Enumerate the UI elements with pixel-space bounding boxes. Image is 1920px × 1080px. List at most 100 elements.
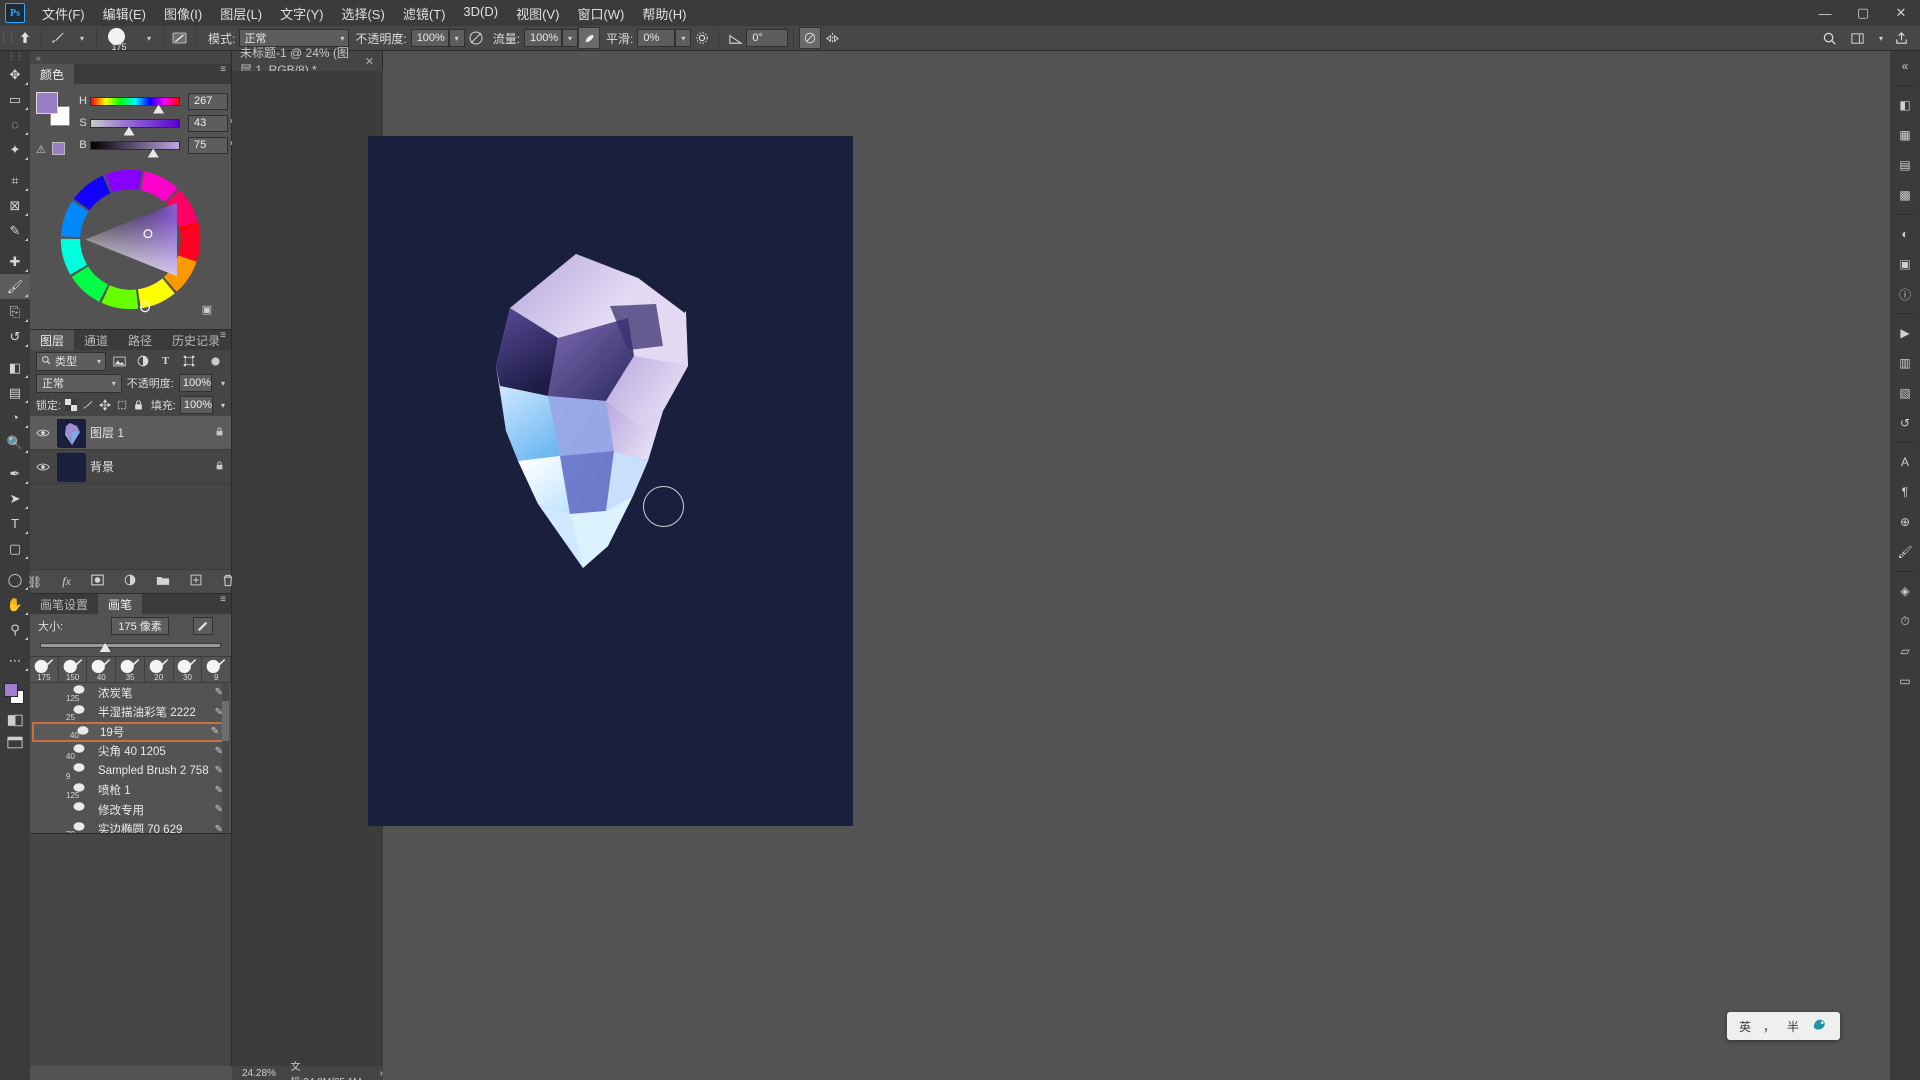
history-brush-tool[interactable]: ↺ xyxy=(0,324,30,349)
notes-panel-icon[interactable]: ▭ xyxy=(1890,666,1920,696)
type-tool[interactable]: T xyxy=(0,511,30,536)
maximize-button[interactable]: ▢ xyxy=(1844,0,1882,26)
marquee-tool[interactable]: ▭ xyxy=(0,87,30,112)
link-layers-icon[interactable]: ⛓ xyxy=(27,575,42,589)
color-panel-icon[interactable]: ◧ xyxy=(1890,90,1920,120)
status-chevron-icon[interactable]: › xyxy=(380,1068,383,1079)
document-tab[interactable]: 未标题-1 @ 24% (图层 1, RGB/8) * ✕ xyxy=(232,46,383,77)
layer-thumbnail-background[interactable] xyxy=(57,452,86,482)
color-slider-value-B[interactable]: 75 xyxy=(188,136,228,154)
close-icon[interactable]: ✕ xyxy=(365,55,374,68)
adjustment-layer-icon[interactable] xyxy=(124,574,136,589)
history-panel-icon[interactable]: ↺ xyxy=(1890,408,1920,438)
opacity-input[interactable]: 100% xyxy=(410,29,449,47)
tab-brushes[interactable]: 画笔 xyxy=(98,594,143,614)
patterns-panel-icon[interactable]: ▩ xyxy=(1890,180,1920,210)
brush-panel-menu-icon[interactable]: ≡ xyxy=(220,595,226,605)
brush-tip-thumbnail[interactable]: 150 xyxy=(59,657,88,682)
ime-language-mode[interactable]: 英 xyxy=(1739,1018,1751,1035)
timeline-panel-icon[interactable]: ⏱ xyxy=(1890,606,1920,636)
list-item[interactable]: 40 19号 ✎ xyxy=(32,722,229,742)
color-wheel[interactable]: ▣ xyxy=(53,164,212,316)
blur-tool[interactable]: ◔ xyxy=(0,405,30,430)
dodge-tool[interactable]: 🔍 xyxy=(0,430,30,455)
layer-fill-input[interactable]: 100% xyxy=(179,396,214,414)
list-item[interactable]: 70实边椭圆 70 629✎ xyxy=(30,820,231,833)
new-group-icon[interactable] xyxy=(156,574,170,589)
menu-item-3[interactable]: 图层(L) xyxy=(211,0,271,27)
layers-comp-panel-icon[interactable]: ▥ xyxy=(1890,348,1920,378)
tab-layers[interactable]: 图层 xyxy=(30,330,75,350)
search-icon[interactable] xyxy=(1818,27,1840,49)
frame-tool[interactable]: ⊠ xyxy=(0,193,30,218)
tools-panel-grip[interactable]: ⋮⋮ xyxy=(0,51,30,62)
brush-tool[interactable]: 🖌 xyxy=(0,274,30,299)
quick-selection-tool[interactable]: ✦ xyxy=(0,137,30,162)
list-item[interactable]: 9 Sampled Brush 2 758 ✎ xyxy=(30,761,231,781)
hand-tool[interactable]: ✋ xyxy=(0,592,30,617)
airbrush-icon[interactable] xyxy=(578,27,601,49)
color-slider-value-H[interactable]: 267 xyxy=(188,92,228,110)
list-item[interactable]: 修改专用 ✎ xyxy=(30,800,231,820)
brush-size-preview[interactable]: 175 xyxy=(102,26,136,52)
brush-panel-chevron-icon[interactable]: ▾ xyxy=(136,27,158,49)
more-tools[interactable]: ⋯ xyxy=(0,648,30,673)
minimize-button[interactable]: — xyxy=(1806,0,1844,26)
collapse-panels-button[interactable]: « xyxy=(30,51,231,64)
list-item[interactable]: 40 尖角 40 1205 ✎ xyxy=(30,742,231,761)
lock-transparent-icon[interactable] xyxy=(65,397,78,414)
table-row[interactable]: 背景 xyxy=(30,450,231,484)
layer-filter-type-select[interactable]: 类型 ▾ xyxy=(36,351,106,371)
libraries-panel-icon[interactable]: ▣ xyxy=(1890,249,1920,279)
spot-healing-tool[interactable]: ✚ xyxy=(0,249,30,274)
adjustment-filter-icon[interactable] xyxy=(133,352,152,371)
filter-toggle-icon[interactable] xyxy=(206,352,225,371)
character-panel-icon[interactable]: A xyxy=(1890,447,1920,477)
color-panel-foreground-swatch[interactable] xyxy=(36,92,58,114)
flow-dropdown[interactable]: ▾ xyxy=(562,29,579,47)
layer-visibility-toggle[interactable] xyxy=(34,428,52,438)
brush-tip-thumbnail[interactable]: 30 xyxy=(174,657,203,682)
properties-panel-icon[interactable]: ▧ xyxy=(1890,378,1920,408)
brush-preset-list[interactable]: 125 浓炭笔 ✎ 25 半湿描油彩笔 2222 ✎ 40 19号 ✎ 40 尖角 40 1205 ✎… xyxy=(30,683,231,833)
type-filter-icon[interactable]: T xyxy=(156,352,175,371)
menu-item-4[interactable]: 文字(Y) xyxy=(271,0,332,27)
layer-opacity-chevron-icon[interactable]: ▾ xyxy=(221,379,225,388)
foreground-background-swatches[interactable] xyxy=(0,679,30,709)
layers-panel-menu-icon[interactable]: ≡ xyxy=(220,331,226,341)
menu-item-5[interactable]: 选择(S) xyxy=(332,0,393,27)
color-wheel-settings-icon[interactable]: ▣ xyxy=(202,303,212,316)
brush-preset-chevron-icon[interactable]: ▾ xyxy=(69,27,91,49)
status-zoom-level[interactable]: 24.28% xyxy=(242,1068,277,1079)
layer-thumbnail-gem[interactable] xyxy=(57,418,86,448)
gear-icon[interactable] xyxy=(691,27,713,49)
navigator-panel-icon[interactable]: ⊕ xyxy=(1890,507,1920,537)
crop-tool[interactable]: ⌗ xyxy=(0,168,30,193)
layer-opacity-input[interactable]: 100% xyxy=(178,374,212,392)
info-panel-icon[interactable]: ⓘ xyxy=(1890,279,1920,309)
brush-settings-panel-icon[interactable] xyxy=(169,27,191,49)
gamut-warning-icon[interactable]: ⚠ xyxy=(36,143,48,156)
collapse-panels-icon[interactable]: « xyxy=(1890,51,1920,81)
measure-panel-icon[interactable]: ▱ xyxy=(1890,636,1920,666)
workspace-chevron-icon[interactable]: ▾ xyxy=(1868,27,1890,49)
list-item[interactable]: 125 浓炭笔 ✎ xyxy=(30,683,231,703)
ime-width-mode[interactable]: 半 xyxy=(1787,1018,1799,1035)
canvas-area[interactable] xyxy=(232,71,853,1066)
brushes-panel-icon[interactable]: 🖌 xyxy=(1890,537,1920,567)
ellipse-tool[interactable]: ◯ xyxy=(0,567,30,592)
brush-tip-thumbnail[interactable]: 175 xyxy=(30,657,59,682)
sogou-ime-icon[interactable] xyxy=(1811,1017,1828,1035)
path-selection-tool[interactable]: ➤ xyxy=(0,486,30,511)
brush-tip-flip-icon[interactable] xyxy=(193,617,214,635)
menu-item-10[interactable]: 帮助(H) xyxy=(633,0,695,27)
layer-style-fx-icon[interactable]: fx xyxy=(62,574,71,589)
lock-all-icon[interactable] xyxy=(132,397,145,414)
brush-size-slider[interactable] xyxy=(40,640,221,652)
menu-item-7[interactable]: 3D(D) xyxy=(454,0,507,27)
brush-tip-thumbnail[interactable]: 35 xyxy=(116,657,145,682)
gradient-tool[interactable]: ▤ xyxy=(0,380,30,405)
workspace-layout-icon[interactable] xyxy=(1846,27,1868,49)
menu-item-8[interactable]: 视图(V) xyxy=(507,0,568,27)
pen-tool[interactable]: ✒ xyxy=(0,461,30,486)
